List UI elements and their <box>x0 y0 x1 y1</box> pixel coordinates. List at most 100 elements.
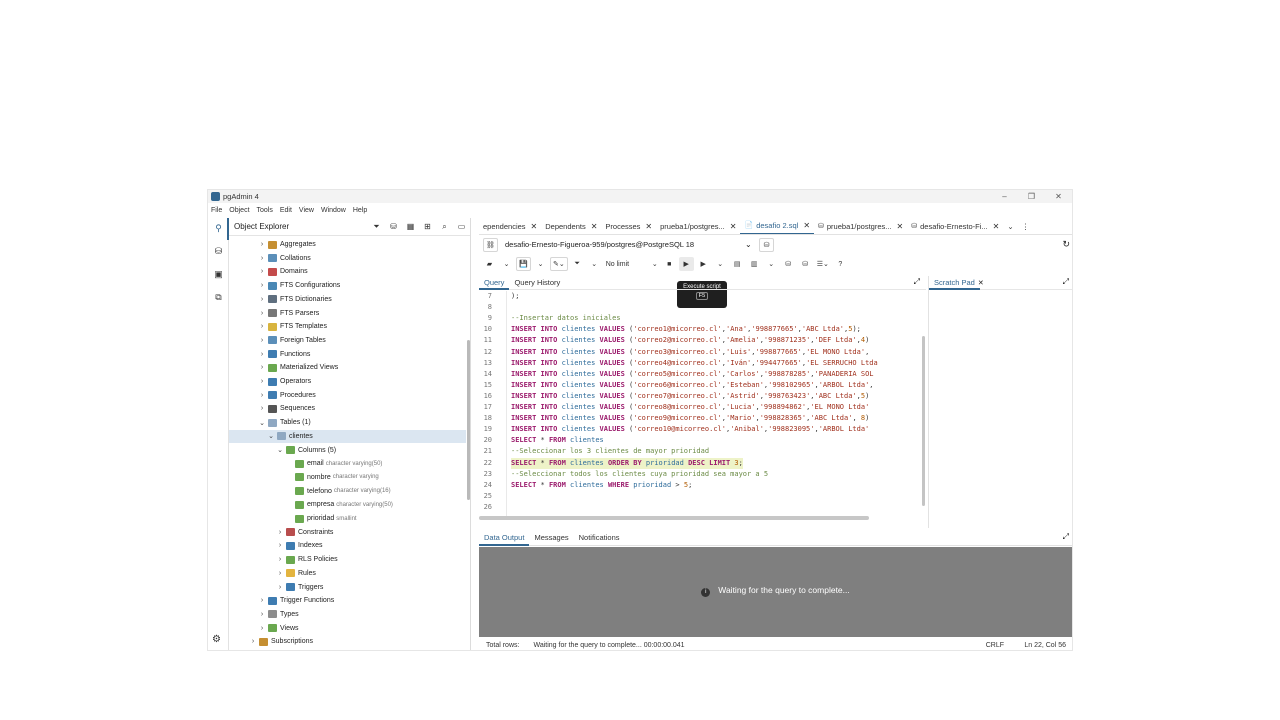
restore-button[interactable]: ❐ <box>1018 190 1045 203</box>
menu-edit[interactable]: Edit <box>280 207 292 214</box>
tree-node[interactable]: › Indexes <box>229 539 466 552</box>
chevron-right-icon[interactable]: › <box>249 638 257 645</box>
tab-dependencies[interactable]: ependencies ✕ <box>479 218 541 234</box>
tree-node[interactable]: › Materialized Views <box>229 361 466 374</box>
close-icon[interactable]: ✕ <box>531 222 538 231</box>
chevron-right-icon[interactable]: › <box>258 378 266 385</box>
schema-diff-icon[interactable]: ⧉ <box>212 291 225 304</box>
object-explorer-icon[interactable]: ⚲ <box>212 222 225 235</box>
chevron-right-icon[interactable]: › <box>276 542 284 549</box>
refresh-icon[interactable]: ↻ <box>1062 239 1070 250</box>
commit-icon[interactable]: ⛁ <box>780 257 796 271</box>
connection-select[interactable]: desafio-Ernesto-Figueroa-959/postgres@Po… <box>505 240 745 249</box>
tree-node[interactable]: › Sequences <box>229 402 466 415</box>
close-icon[interactable]: ✕ <box>645 222 652 231</box>
chevron-right-icon[interactable]: › <box>258 597 266 604</box>
code-line[interactable]: SELECT * FROM clientes WHERE prioridad >… <box>511 480 692 491</box>
code-line[interactable]: INSERT INTO clientes VALUES ('correo1@mi… <box>511 324 861 335</box>
tree-node[interactable]: › Triggers <box>229 581 466 594</box>
macros-icon[interactable]: ☰⌄ <box>814 257 831 271</box>
code-line[interactable]: INSERT INTO clientes VALUES ('correo2@mi… <box>511 335 869 346</box>
menu-window[interactable]: Window <box>321 207 346 214</box>
kebab-menu-icon[interactable]: ⋮ <box>1022 222 1030 231</box>
tab-desafio-ernesto[interactable]: ⛁ desafio-Ernesto-Fi... ✕ <box>907 218 1003 234</box>
menu-object[interactable]: Object <box>229 207 249 214</box>
code-line[interactable]: --Seleccionar todos los clientes cuya pr… <box>511 469 768 480</box>
chevron-down-icon[interactable]: ⌄ <box>276 446 284 454</box>
chevron-right-icon[interactable]: › <box>276 529 284 536</box>
tab-messages[interactable]: Messages <box>529 531 573 545</box>
tab-dependents[interactable]: Dependents ✕ <box>541 218 601 234</box>
chevron-right-icon[interactable]: › <box>258 611 266 618</box>
code-area[interactable]: ); --Insertar datos iniciales INSERT INTO … <box>511 291 922 516</box>
tree-node[interactable]: › Subscriptions <box>229 635 466 648</box>
chevron-right-icon[interactable]: › <box>258 625 266 632</box>
tree-node[interactable]: › Views <box>229 622 466 635</box>
chevron-right-icon[interactable]: › <box>258 392 266 399</box>
code-line[interactable]: INSERT INTO clientes VALUES ('correo5@mi… <box>511 369 874 380</box>
menu-tools[interactable]: Tools <box>257 207 273 214</box>
editor-vertical-scrollbar[interactable] <box>922 336 925 506</box>
tab-prueba1-query[interactable]: ⛁ prueba1/postgres... ✕ <box>814 218 907 234</box>
tab-desafio-2-sql[interactable]: 📄 desafio 2.sql ✕ <box>740 218 815 234</box>
tree-node[interactable]: › Functions <box>229 348 466 361</box>
code-line[interactable]: INSERT INTO clientes VALUES ('correo9@mi… <box>511 413 869 424</box>
code-line[interactable]: SELECT * FROM clientes ORDER BY priorida… <box>511 457 743 469</box>
chevron-right-icon[interactable]: › <box>258 364 266 371</box>
edit-pen-icon[interactable]: ✎⌄ <box>550 257 568 271</box>
tab-query-history[interactable]: Query History <box>509 276 565 290</box>
tree-node[interactable]: ⌄ Tables (1) <box>229 416 466 429</box>
tab-more-menu[interactable]: ⋮ <box>1018 218 1034 234</box>
chevron-down-icon[interactable]: ⌄ <box>267 432 275 440</box>
close-icon[interactable]: ✕ <box>730 222 737 231</box>
chevron-down-icon[interactable]: ⌄ <box>745 240 759 249</box>
chevron-right-icon[interactable]: › <box>258 296 266 303</box>
code-line[interactable]: INSERT INTO clientes VALUES ('correo8@mi… <box>511 402 869 413</box>
tab-data-output[interactable]: Data Output <box>479 530 530 546</box>
close-icon[interactable]: ✕ <box>803 221 810 230</box>
chevron-down-icon[interactable]: ⌄ <box>1007 222 1013 231</box>
tree-node[interactable]: › Types <box>229 608 466 621</box>
chevron-right-icon[interactable]: › <box>258 310 266 317</box>
menu-help[interactable]: Help <box>353 207 367 214</box>
code-line[interactable]: --Seleccionar los 3 clientes de mayor pr… <box>511 446 709 457</box>
code-line[interactable]: --Insertar datos iniciales <box>511 313 621 324</box>
tree-node[interactable]: › Collations <box>229 252 466 265</box>
tree-node[interactable]: › FTS Templates <box>229 320 466 333</box>
chevron-right-icon[interactable]: › <box>258 282 266 289</box>
menu-file[interactable]: File <box>211 207 222 214</box>
minimize-button[interactable]: – <box>991 190 1018 203</box>
execute-script-icon[interactable]: ▶ <box>678 257 694 271</box>
help-icon[interactable]: ? <box>832 257 848 271</box>
tree-node[interactable]: › Foreign Tables <box>229 334 466 347</box>
expand-icon[interactable]: ⤢ <box>914 277 920 287</box>
menu-view[interactable]: View <box>299 207 314 214</box>
chevron-right-icon[interactable]: › <box>258 323 266 330</box>
chevron-down-icon[interactable]: ⌄ <box>499 257 514 271</box>
rollback-icon[interactable]: ⛁ <box>797 257 813 271</box>
tab-scratch-pad[interactable]: Scratch Pad <box>929 276 980 290</box>
save-file-icon[interactable]: 💾 <box>516 257 531 271</box>
chevron-down-icon[interactable]: ⌄ <box>533 257 548 271</box>
tree-node[interactable]: › Rules <box>229 567 466 580</box>
close-icon[interactable]: ✕ <box>978 279 984 287</box>
explorer-scrollbar[interactable] <box>467 340 470 500</box>
limit-select[interactable]: No limit ⌄ <box>603 257 660 271</box>
tab-notifications[interactable]: Notifications <box>574 531 625 545</box>
code-line[interactable]: INSERT INTO clientes VALUES ('correo6@mi… <box>511 380 874 391</box>
expand-icon[interactable]: ⤢ <box>1063 532 1069 542</box>
tab-list-dropdown[interactable]: ⌄ <box>1003 218 1017 234</box>
code-line[interactable]: INSERT INTO clientes VALUES ('correo10@m… <box>511 424 869 435</box>
chevron-right-icon[interactable]: › <box>258 255 266 262</box>
code-line[interactable]: SELECT * FROM clientes <box>511 435 604 446</box>
chevron-right-icon[interactable]: › <box>258 241 266 248</box>
stop-icon[interactable]: ■ <box>661 257 677 271</box>
settings-gear-icon[interactable]: ⚙ <box>212 634 221 645</box>
query-tool-icon[interactable]: ⛁ <box>385 222 402 231</box>
editor-horizontal-scrollbar[interactable] <box>479 516 869 520</box>
psql-tool-icon[interactable]: ▭ <box>453 222 470 231</box>
code-line[interactable]: INSERT INTO clientes VALUES ('correo3@mi… <box>511 347 869 358</box>
tree-node[interactable]: email character varying(50) <box>229 457 466 470</box>
chevron-down-icon[interactable]: ⌄ <box>258 419 266 427</box>
tree-node[interactable]: › FTS Parsers <box>229 307 466 320</box>
